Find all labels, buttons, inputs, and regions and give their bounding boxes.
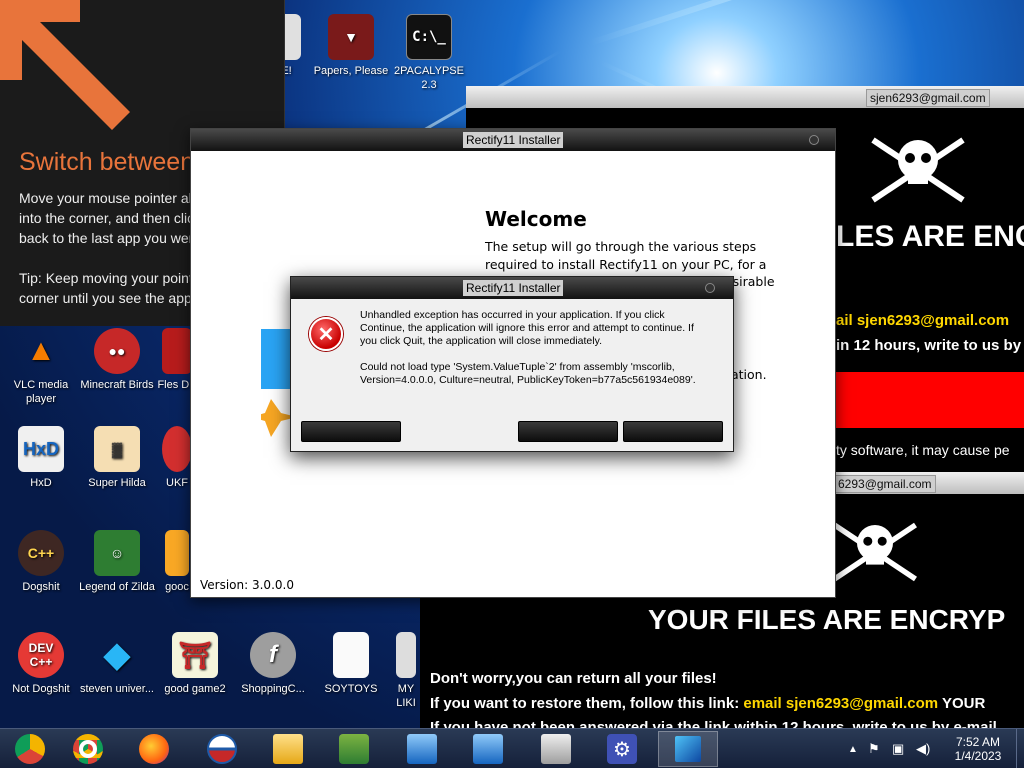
desktop-icon-minecraft-birds[interactable]: ●● Minecraft Birds	[76, 328, 158, 392]
windows11-icon	[675, 736, 701, 762]
taskbar-cash-register[interactable]	[526, 731, 586, 767]
file-icon	[333, 632, 369, 678]
desktop-icon-soytoys[interactable]: SOYTOYS	[310, 632, 392, 696]
chrome-canary-icon	[15, 734, 45, 764]
papers-please-icon: ▼	[328, 14, 374, 60]
ransom-email-label: 6293@gmail.com	[834, 475, 936, 493]
installer2-icon	[473, 734, 503, 764]
ransom-hours-line: in 12 hours, write to us by	[836, 337, 1022, 354]
taskbar-firefox[interactable]	[124, 731, 184, 767]
ransom-email-line: ail sjen6293@gmail.com	[836, 312, 1010, 329]
cmd-icon: C:\_	[406, 14, 452, 60]
flag-icon[interactable]: ⚑	[868, 729, 880, 768]
desktop-icon-steven-universe[interactable]: ◆ steven univer...	[76, 632, 158, 696]
desktop-icon-super-hilda[interactable]: ▓ Super Hilda	[76, 426, 158, 490]
desktop-icon-my-liki[interactable]: MY LIKI	[392, 632, 420, 710]
ransom-line-1: Don't worry,you can return all your file…	[430, 670, 717, 687]
ransom-email-label: sjen6293@gmail.com	[866, 89, 990, 107]
clock-time: 7:52 AM	[955, 735, 1001, 749]
desktop-icon-legend-zilda[interactable]: ☺ Legend of Zilda	[76, 530, 158, 594]
desktop-icon-shopping[interactable]: f ShoppingC...	[232, 632, 314, 696]
ransom-headline: LES ARE ENC	[836, 220, 1024, 253]
vlc-icon: ▲	[26, 334, 56, 367]
error-dialog-title: Rectify11 Installer	[463, 280, 564, 296]
torii-icon: ⛩	[172, 632, 218, 678]
super-hilda-icon: ▓	[94, 426, 140, 472]
skull-crossbones-icon	[833, 522, 917, 582]
taskbar-settings[interactable]: ⚙	[592, 731, 652, 767]
error-dialog[interactable]: Rectify11 Installer ✕ Unhandled exceptio…	[290, 276, 734, 452]
folder-icon	[165, 530, 189, 576]
ransom-titlebar[interactable]: sjen6293@gmail.com	[466, 86, 1024, 108]
gem-icon: ◆	[103, 636, 131, 674]
welcome-heading: Welcome	[485, 207, 587, 231]
error-details: Could not load type 'System.ValueTuple`2…	[360, 361, 696, 386]
taskbar-installer-2[interactable]	[458, 731, 518, 767]
firefox-icon	[139, 734, 169, 764]
taskbar-network-people[interactable]	[324, 731, 384, 767]
network-icon[interactable]: ▣	[892, 729, 904, 768]
ransom-email-link[interactable]: email sjen6293@gmail.com	[743, 695, 938, 712]
error-dialog-titlebar[interactable]: Rectify11 Installer	[291, 277, 733, 299]
dogshit-icon: C++	[18, 530, 64, 576]
obama-icon	[207, 734, 237, 764]
taskbar-chrome-canary[interactable]	[0, 731, 60, 767]
ransom-warning-line: ty software, it may cause pe	[836, 442, 1010, 458]
flash-icon: f	[250, 632, 296, 678]
dev-cpp-icon: DEV C++	[18, 632, 64, 678]
desktop-icon-good-game2[interactable]: ⛩ good game2	[154, 632, 236, 696]
app-icon	[162, 426, 192, 472]
desktop-icon-papers-please[interactable]: ▼ Papers, Please	[310, 14, 392, 78]
error-message: Unhandled exception has occurred in your…	[360, 309, 694, 347]
hxd-icon: HxD	[18, 426, 64, 472]
desktop-icon-dogshit[interactable]: C++ Dogshit	[0, 530, 82, 594]
ransom-line-3: If you have not been answered via the li…	[430, 719, 997, 728]
ransom-red-banner	[836, 372, 1024, 428]
continue-button[interactable]	[518, 421, 618, 442]
taskbar-file-explorer[interactable]	[258, 731, 318, 767]
error-x-icon: ✕	[309, 317, 343, 351]
ransom-headline: YOUR FILES ARE ENCRYP	[648, 604, 1006, 635]
desktop-icon-vlc[interactable]: ▲ VLC media player	[0, 328, 82, 406]
desktop-icon-2pacalypse[interactable]: C:\_ 2PACALYPSE 2.3	[388, 14, 470, 92]
app-icon	[162, 328, 192, 374]
tray-chevron-up-icon[interactable]: ▲	[848, 729, 858, 768]
chrome-icon	[73, 734, 103, 764]
cash-register-icon	[541, 734, 571, 764]
settings-gear-icon: ⚙	[607, 734, 637, 764]
clock[interactable]: 7:52 AM 1/4/2023	[948, 729, 1008, 768]
close-icon[interactable]	[809, 135, 819, 145]
installer-icon	[407, 734, 437, 764]
taskbar-obama[interactable]	[192, 731, 252, 767]
installer-version: Version: 3.0.0.0	[200, 578, 294, 592]
app-icon	[396, 632, 416, 678]
file-explorer-icon	[273, 734, 303, 764]
legend-zilda-icon: ☺	[94, 530, 140, 576]
light-ray	[589, 0, 1024, 46]
ransom-line-2: If you want to restore them, follow this…	[430, 695, 986, 712]
arrow-up-left-icon	[0, 0, 130, 130]
quit-button[interactable]	[623, 421, 723, 442]
welcome-description: The setup will go through the various st…	[485, 239, 767, 272]
skull-crossbones-icon	[871, 137, 965, 203]
details-button[interactable]	[301, 421, 401, 442]
installer-titlebar[interactable]: Rectify11 Installer	[191, 129, 835, 151]
installer-title: Rectify11 Installer	[463, 132, 564, 148]
close-icon[interactable]	[705, 283, 715, 293]
desktop-icon-hxd[interactable]: HxD HxD	[0, 426, 82, 490]
desktop-icon-not-dogshit[interactable]: DEV C++ Not Dogshit	[0, 632, 82, 696]
network-people-icon	[339, 734, 369, 764]
angry-bird-icon: ●●	[94, 328, 140, 374]
taskbar-installer[interactable]	[392, 731, 452, 767]
show-desktop-button[interactable]	[1016, 729, 1024, 768]
clock-date: 1/4/2023	[954, 749, 1002, 763]
welcome-text-tail: ation.	[731, 367, 767, 382]
volume-icon[interactable]: ◀)	[916, 729, 930, 768]
taskbar: ⚙ ▲ ⚑ ▣ ◀) 7:52 AM 1/4/2023	[0, 728, 1024, 768]
taskbar-windows11[interactable]	[658, 731, 718, 767]
taskbar-chrome[interactable]	[58, 731, 118, 767]
